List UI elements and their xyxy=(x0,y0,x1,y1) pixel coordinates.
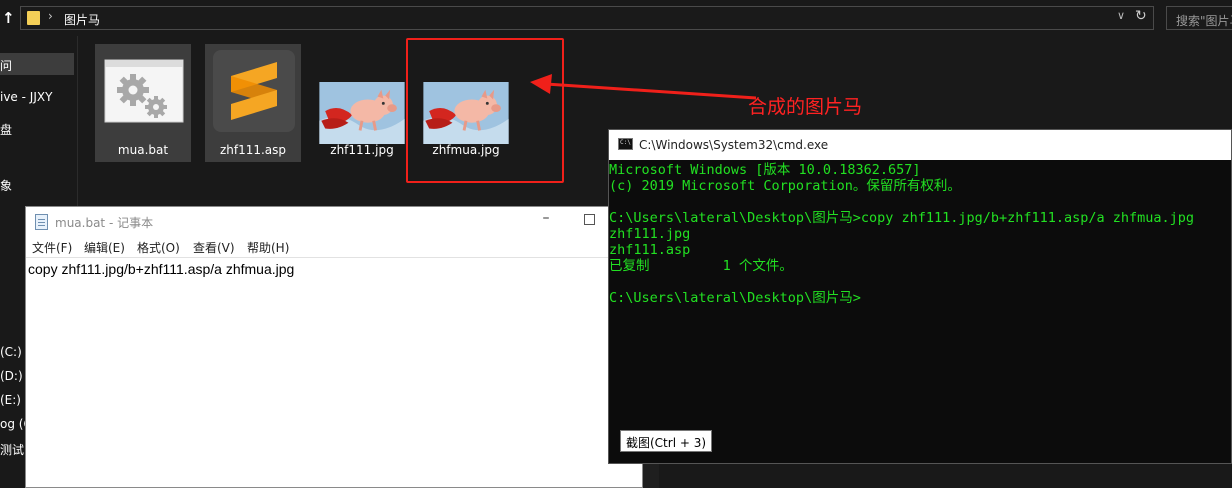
notepad-text-area[interactable]: copy zhf111.jpg/b+zhf111.asp/a zhfmua.jp… xyxy=(26,257,642,487)
console-prompt: C:\Users\lateral\Desktop\图片马> xyxy=(609,290,861,306)
file-name: zhf111.asp xyxy=(219,143,287,157)
flying-pig-image-icon xyxy=(319,82,405,144)
cmd-icon xyxy=(618,138,633,150)
file-item-zhf111-jpg[interactable]: zhf111.jpg xyxy=(314,44,410,162)
cmd-title: C:\Windows\System32\cmd.exe xyxy=(639,138,829,152)
cmd-titlebar[interactable]: C:\Windows\System32\cmd.exe xyxy=(609,130,1231,160)
minimize-button[interactable]: – xyxy=(536,210,556,230)
sidebar-item-drive-c[interactable]: (C:) xyxy=(0,345,22,359)
console-line: Microsoft Windows [版本 10.0.18362.657] xyxy=(609,162,921,178)
console-line: C:\Users\lateral\Desktop\图片马>copy zhf111… xyxy=(609,210,1195,226)
console-line: zhf111.jpg xyxy=(609,226,691,242)
notepad-window: mua.bat - 记事本 – 文件(F) 编辑(E) 格式(O) 查看(V) … xyxy=(25,206,643,488)
sidebar-item-onedrive[interactable]: ive - JJXY xyxy=(0,90,52,104)
menu-file[interactable]: 文件(F) xyxy=(32,239,72,256)
highlight-box xyxy=(406,38,564,183)
sidebar-item-drive-e[interactable]: (E:) xyxy=(0,393,21,407)
sidebar-item-label: 问 xyxy=(0,59,13,73)
background-strip xyxy=(643,464,1232,488)
up-arrow-icon[interactable]: ↑ xyxy=(2,9,16,27)
sidebar-item-drive[interactable]: 盘 xyxy=(0,121,12,138)
console-line: 已复制 1 个文件。 xyxy=(609,258,793,274)
folder-icon xyxy=(27,11,40,25)
sidebar-item-objects[interactable]: 象 xyxy=(0,177,12,194)
cmd-window: C:\Windows\System32\cmd.exe Microsoft Wi… xyxy=(608,129,1232,464)
maximize-button[interactable] xyxy=(584,214,595,225)
notepad-content: copy zhf111.jpg/b+zhf111.asp/a zhfmua.jp… xyxy=(28,261,295,277)
file-name: zhf111.jpg xyxy=(330,143,394,157)
console-line: (c) 2019 Microsoft Corporation。保留所有权利。 xyxy=(609,178,961,194)
cmd-console[interactable]: Microsoft Windows [版本 10.0.18362.657] (c… xyxy=(609,160,1231,464)
sublime-text-icon xyxy=(213,50,295,132)
notepad-icon xyxy=(35,214,48,230)
sidebar-item-label: (E:) xyxy=(0,393,21,407)
menu-format[interactable]: 格式(O) xyxy=(137,239,180,256)
menu-help[interactable]: 帮助(H) xyxy=(247,239,289,256)
background-strip xyxy=(643,464,659,488)
sidebar-item-label: ive - JJXY xyxy=(0,90,53,104)
screenshot-tooltip: 截图(Ctrl + 3) xyxy=(620,430,713,452)
notepad-menubar: 文件(F) 编辑(E) 格式(O) 查看(V) 帮助(H) xyxy=(26,237,642,257)
address-row: ↑ › 图片马 ∨ ↻ 搜索"图片马" xyxy=(0,0,1232,36)
menu-view[interactable]: 查看(V) xyxy=(193,239,235,256)
sidebar-item-quick-access[interactable]: 问 xyxy=(0,53,74,75)
batch-file-icon xyxy=(104,59,184,123)
chevron-down-icon[interactable]: ∨ xyxy=(1117,9,1125,22)
sidebar-item-label: (C:) xyxy=(0,345,22,359)
search-placeholder: 搜索"图片马" xyxy=(1176,14,1232,28)
file-item-mua-bat[interactable]: mua.bat xyxy=(95,44,191,162)
sidebar-item-label: 盘 xyxy=(0,123,13,137)
console-line: zhf111.asp xyxy=(609,242,691,258)
address-path[interactable]: 图片马 xyxy=(64,11,100,28)
notepad-titlebar[interactable]: mua.bat - 记事本 – xyxy=(26,207,642,237)
annotation-arrow-icon xyxy=(530,74,757,100)
chevron-right-icon: › xyxy=(48,9,53,23)
file-item-zhf111-asp[interactable]: zhf111.asp xyxy=(205,44,301,162)
notepad-title: mua.bat - 记事本 xyxy=(55,216,154,230)
search-input[interactable]: 搜索"图片马" xyxy=(1166,6,1232,30)
annotation-label: 合成的图片马 xyxy=(748,96,863,118)
sidebar-item-label: (D:) xyxy=(0,369,23,383)
sidebar-item-drive-d[interactable]: (D:) xyxy=(0,369,23,383)
refresh-icon[interactable]: ↻ xyxy=(1135,8,1147,24)
menu-edit[interactable]: 编辑(E) xyxy=(84,239,125,256)
sidebar-item-label: 象 xyxy=(0,179,13,193)
file-name: mua.bat xyxy=(117,143,169,157)
address-bar[interactable]: › 图片马 ∨ ↻ xyxy=(20,6,1154,30)
